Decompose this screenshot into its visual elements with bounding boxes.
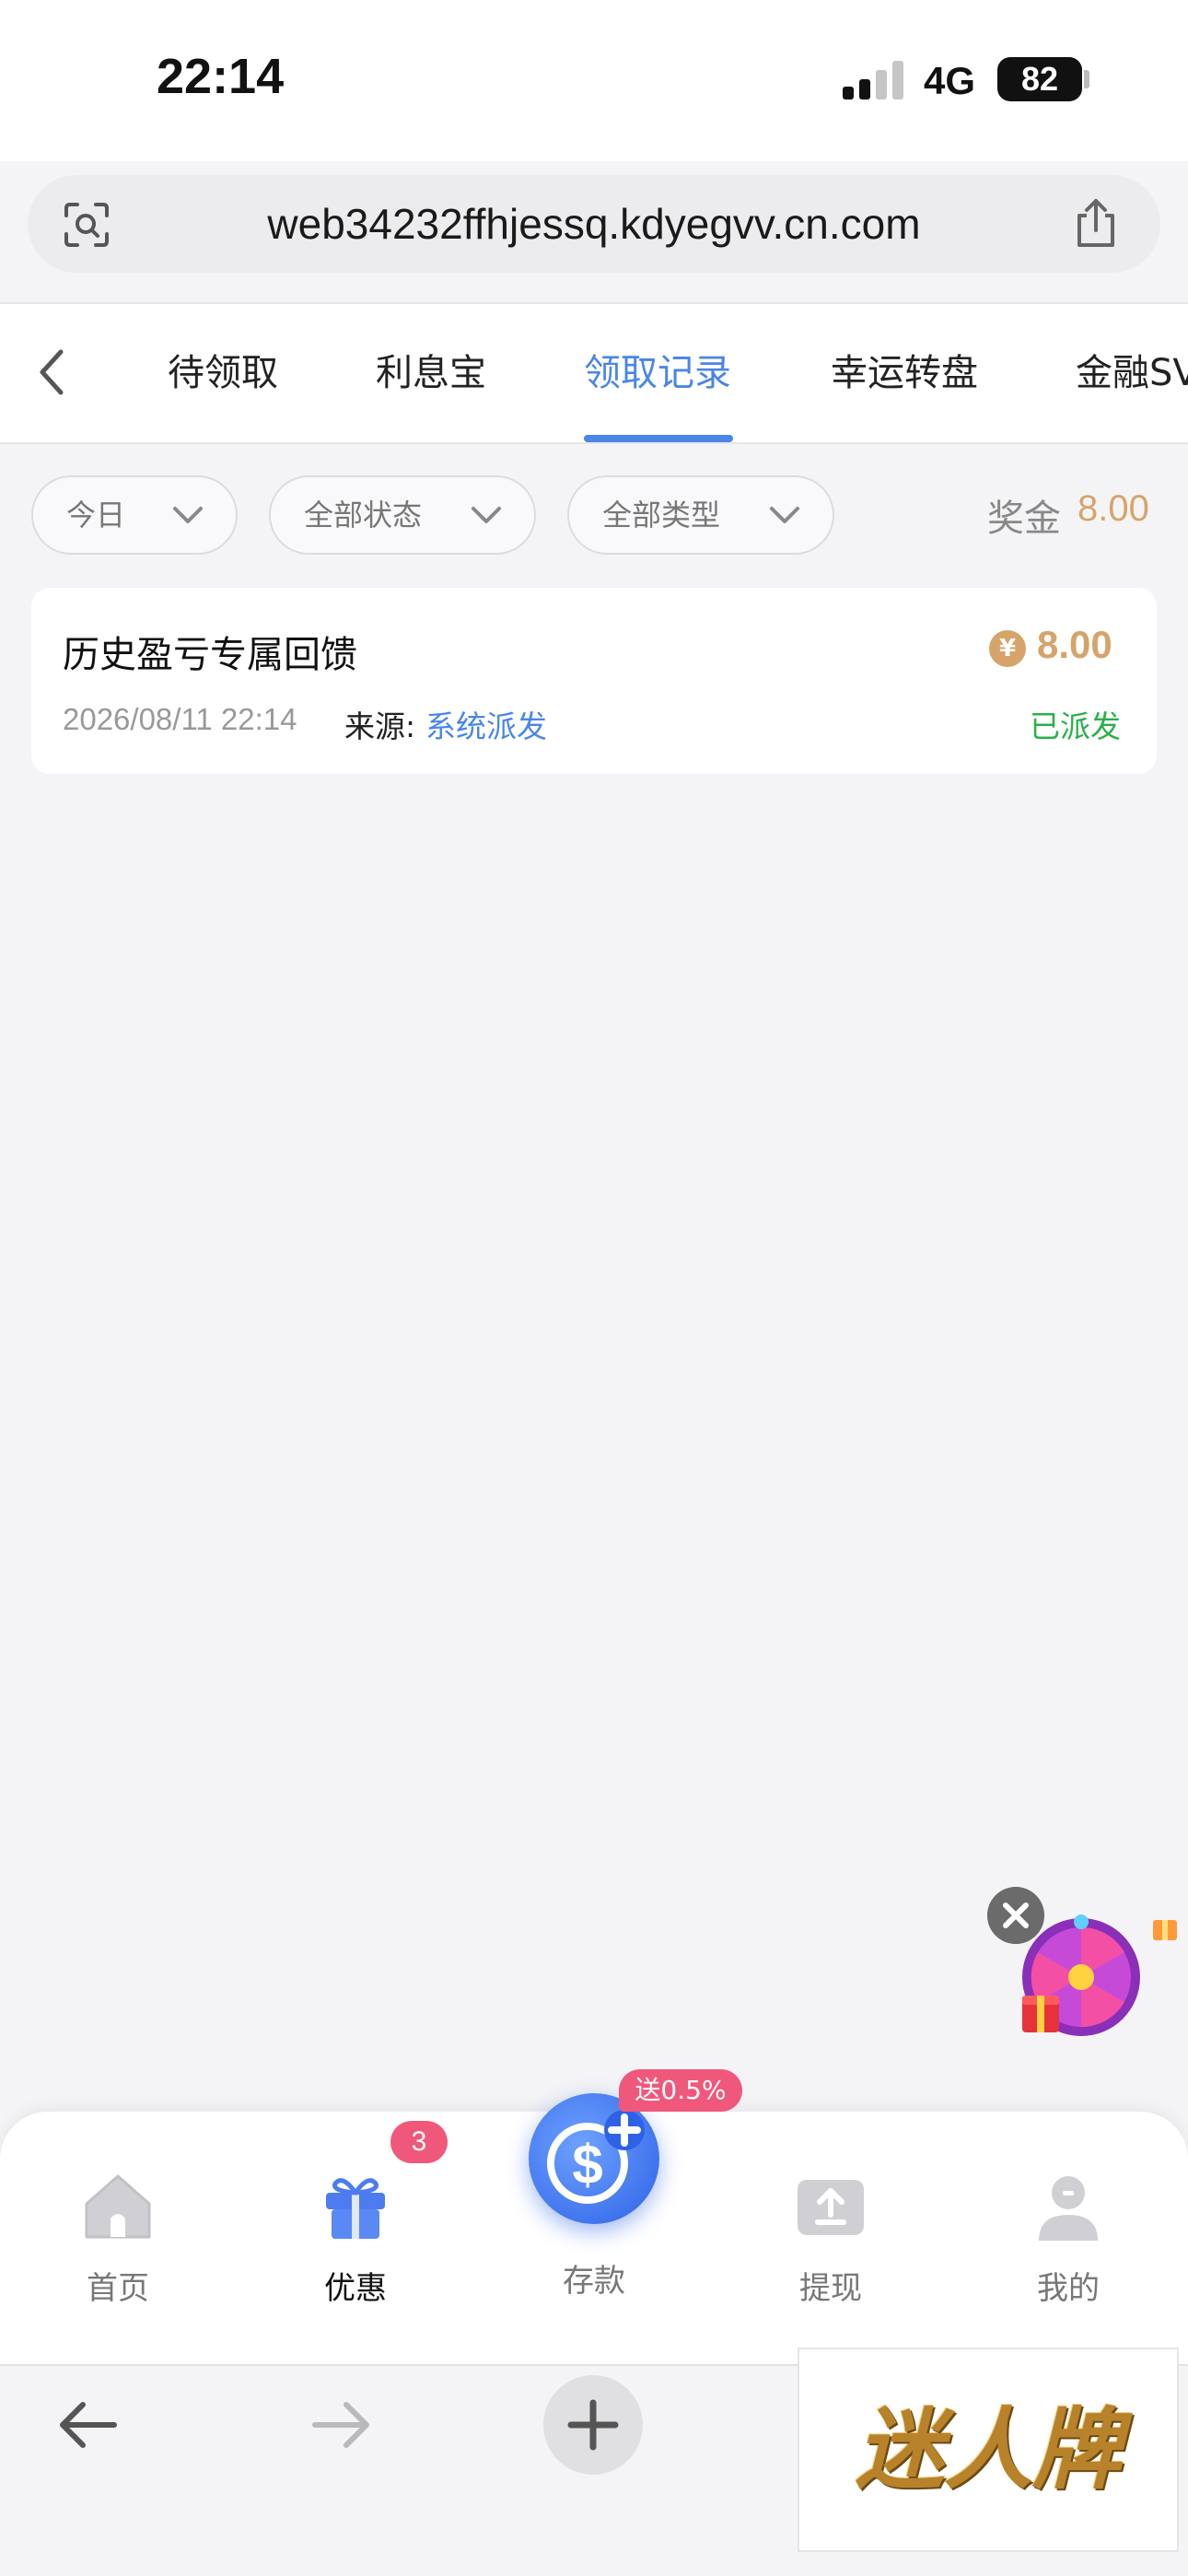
date-filter[interactable]: 今日 bbox=[31, 475, 238, 555]
type-filter-label: 全部类型 bbox=[602, 498, 721, 533]
url-bar[interactable]: web34232ffhjessq.kdyegvv.cn.com bbox=[28, 175, 1160, 273]
bonus-label: 奖金 bbox=[987, 498, 1061, 540]
active-tab-indicator bbox=[584, 435, 733, 442]
record-datetime: 2026/08/11 22:14 bbox=[63, 702, 297, 736]
chevron-down-icon bbox=[173, 507, 203, 523]
home-icon bbox=[85, 2174, 151, 2239]
chevron-down-icon bbox=[770, 507, 799, 523]
signal-icon bbox=[843, 61, 907, 100]
nav-withdraw-label: 提现 bbox=[799, 2270, 862, 2307]
nav-mine[interactable]: 我的 bbox=[995, 2167, 1142, 2342]
tab-bar: 待领取 利息宝 领取记录 幸运转盘 金融SVIP bbox=[0, 302, 1188, 444]
nav-mine-label: 我的 bbox=[1037, 2270, 1100, 2307]
status-filter[interactable]: 全部状态 bbox=[269, 475, 536, 555]
nav-home[interactable]: 首页 bbox=[44, 2167, 192, 2342]
nav-home-label: 首页 bbox=[87, 2270, 149, 2307]
watermark-logo: 迷人牌 bbox=[798, 2348, 1179, 2552]
tab-claim-records[interactable]: 领取记录 bbox=[584, 304, 731, 442]
svg-text:$: $ bbox=[572, 2134, 602, 2195]
tab-finance-svip[interactable]: 金融SVIP bbox=[1076, 304, 1188, 442]
record-source: 系统派发 bbox=[425, 708, 547, 744]
record-status: 已派发 bbox=[1030, 708, 1121, 744]
gift-icon bbox=[326, 2178, 385, 2239]
battery-icon: 82 bbox=[997, 57, 1082, 101]
promo-count-badge: 3 bbox=[390, 2121, 448, 2163]
network-type: 4G bbox=[924, 59, 976, 102]
withdraw-icon bbox=[798, 2180, 864, 2235]
share-icon[interactable] bbox=[1068, 195, 1124, 251]
bonus-value: 8.00 bbox=[1077, 488, 1149, 529]
chevron-down-icon bbox=[472, 507, 501, 523]
record-card[interactable]: 历史盈亏专属回馈 ¥ 8.00 2026/08/11 22:14 来源: 系统派… bbox=[31, 588, 1157, 774]
new-tab-button[interactable] bbox=[543, 2375, 643, 2475]
deposit-bonus-tag: 送0.5% bbox=[619, 2069, 742, 2112]
battery-cap bbox=[1084, 70, 1089, 88]
url-text[interactable]: web34232ffhjessq.kdyegvv.cn.com bbox=[28, 175, 1160, 273]
nav-deposit-label: 存款 bbox=[563, 2263, 625, 2300]
tab-interest[interactable]: 利息宝 bbox=[376, 304, 486, 442]
nav-promo-label: 优惠 bbox=[324, 2270, 387, 2307]
date-filter-label: 今日 bbox=[66, 498, 126, 533]
plus-icon bbox=[567, 2399, 619, 2451]
record-title: 历史盈亏专属回馈 bbox=[63, 634, 357, 676]
lucky-wheel-float-icon[interactable] bbox=[1017, 1907, 1182, 2045]
status-time: 22:14 bbox=[157, 49, 285, 104]
coin-icon: ¥ bbox=[989, 630, 1026, 667]
type-filter[interactable]: 全部类型 bbox=[567, 475, 834, 555]
nav-withdraw[interactable]: 提现 bbox=[757, 2167, 904, 2342]
forward-arrow-icon[interactable] bbox=[309, 2397, 374, 2453]
deposit-button[interactable]: $ bbox=[529, 2093, 659, 2224]
tab-pending[interactable]: 待领取 bbox=[168, 304, 278, 442]
record-amount: 8.00 bbox=[1037, 623, 1112, 666]
nav-promo[interactable]: 优惠 bbox=[282, 2167, 429, 2342]
back-chevron-icon[interactable] bbox=[33, 345, 70, 400]
status-filter-label: 全部状态 bbox=[304, 498, 423, 533]
watermark-text: 迷人牌 bbox=[856, 2397, 1121, 2501]
status-bar: 22:14 4G 82 web34232ffhjessq.kdyegvv.cn.… bbox=[0, 0, 1188, 273]
tab-lucky-wheel[interactable]: 幸运转盘 bbox=[831, 304, 978, 442]
back-arrow-icon[interactable] bbox=[55, 2397, 120, 2453]
record-source-label: 来源: bbox=[344, 708, 416, 744]
close-icon[interactable] bbox=[987, 1887, 1044, 1944]
user-icon bbox=[1039, 2176, 1098, 2241]
dollar-plus-icon: $ bbox=[547, 2110, 645, 2204]
